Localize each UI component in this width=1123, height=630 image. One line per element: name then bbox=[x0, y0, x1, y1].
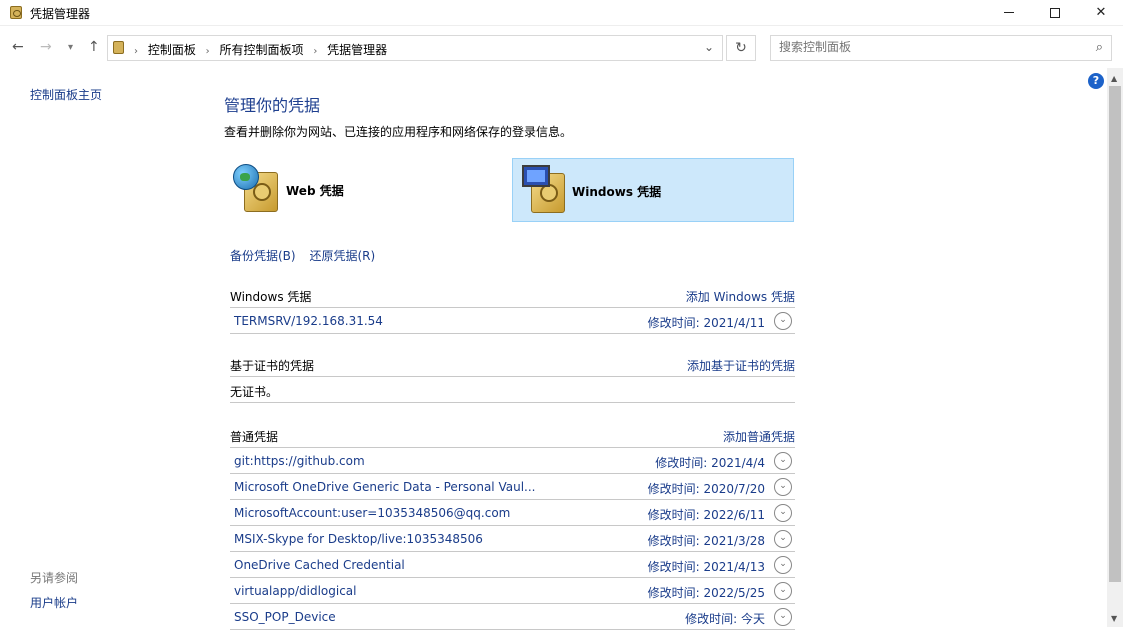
minimize-button[interactable] bbox=[986, 0, 1032, 26]
credential-name[interactable]: MicrosoftAccount:user=1035348506@qq.com bbox=[234, 506, 510, 520]
control-panel-home-link[interactable]: 控制面板主页 bbox=[30, 86, 102, 103]
section-title: Windows 凭据 bbox=[230, 290, 312, 304]
page-title: 管理你的凭据 bbox=[224, 96, 321, 115]
expand-chevron-icon[interactable]: ⌄ bbox=[774, 530, 792, 548]
credential-row[interactable]: git:https://github.com 修改时间: 2021/4/4 ⌄ bbox=[230, 448, 795, 474]
breadcrumb-control-panel[interactable]: 控制面板 bbox=[148, 43, 196, 57]
restore-credentials-link[interactable]: 还原凭据(R) bbox=[309, 249, 375, 263]
vertical-scrollbar[interactable]: ▲ ▼ bbox=[1107, 68, 1123, 627]
monitor-icon bbox=[522, 165, 550, 187]
close-icon: ✕ bbox=[1095, 5, 1107, 20]
windows-credentials-section: Windows 凭据 添加 Windows 凭据 TERMSRV/192.168… bbox=[230, 282, 795, 334]
credential-row[interactable]: MicrosoftAccount:user=1035348506@qq.com … bbox=[230, 500, 795, 526]
breadcrumb-chevron-icon[interactable]: › bbox=[313, 46, 317, 57]
search-input[interactable] bbox=[779, 40, 1079, 54]
add-generic-credential-link[interactable]: 添加普通凭据 bbox=[723, 428, 795, 445]
credential-row[interactable]: MSIX-Skype for Desktop/live:1035348506 修… bbox=[230, 526, 795, 552]
expand-chevron-icon[interactable]: ⌄ bbox=[774, 504, 792, 522]
section-title: 基于证书的凭据 bbox=[230, 359, 315, 373]
credential-name[interactable]: Microsoft OneDrive Generic Data - Person… bbox=[234, 480, 535, 494]
credential-name[interactable]: SSO_POP_Device bbox=[234, 610, 336, 624]
windows-credentials-label: Windows 凭据 bbox=[572, 185, 662, 199]
navigation-bar: ← → ▾ ↑ › 控制面板 › 所有控制面板项 › 凭据管理器 ⌄ ↻ ⌕ bbox=[0, 26, 1123, 68]
credential-modified: 修改时间: 2021/4/11 bbox=[647, 316, 765, 330]
user-accounts-link[interactable]: 用户帐户 bbox=[30, 594, 78, 611]
credential-name[interactable]: TERMSRV/192.168.31.54 bbox=[234, 314, 383, 328]
back-arrow-icon[interactable]: ← bbox=[12, 39, 24, 55]
search-box[interactable]: ⌕ bbox=[770, 35, 1112, 61]
add-certificate-credential-link[interactable]: 添加基于证书的凭据 bbox=[687, 357, 795, 374]
expand-chevron-icon[interactable]: ⌄ bbox=[774, 556, 792, 574]
credential-modified: 修改时间: 今天 bbox=[685, 612, 765, 626]
credential-modified: 修改时间: 2020/7/20 bbox=[647, 482, 765, 496]
up-arrow-icon[interactable]: ↑ bbox=[88, 39, 100, 55]
expand-chevron-icon[interactable]: ⌄ bbox=[774, 582, 792, 600]
title-bar: 凭据管理器 ✕ bbox=[0, 0, 1123, 26]
left-pane: 控制面板主页 另请参阅 用户帐户 bbox=[0, 68, 210, 627]
breadcrumb: › 控制面板 › 所有控制面板项 › 凭据管理器 bbox=[134, 41, 393, 58]
backup-credentials-link[interactable]: 备份凭据(B) bbox=[230, 249, 296, 263]
empty-row: 无证书。 bbox=[230, 377, 795, 403]
credential-modified: 修改时间: 2021/4/13 bbox=[647, 560, 765, 574]
help-icon[interactable]: ? bbox=[1088, 73, 1104, 89]
expand-chevron-icon[interactable]: ⌄ bbox=[774, 452, 792, 470]
web-credentials-label: Web 凭据 bbox=[286, 184, 344, 198]
credential-row[interactable]: virtualapp/didlogical 修改时间: 2022/5/25 ⌄ bbox=[230, 578, 795, 604]
add-windows-credential-link[interactable]: 添加 Windows 凭据 bbox=[686, 288, 795, 305]
scrollbar-thumb[interactable] bbox=[1109, 86, 1121, 582]
address-bar[interactable]: › 控制面板 › 所有控制面板项 › 凭据管理器 ⌄ bbox=[107, 35, 723, 61]
window-title: 凭据管理器 bbox=[30, 7, 91, 21]
control-panel-icon bbox=[113, 41, 124, 54]
close-button[interactable]: ✕ bbox=[1078, 0, 1123, 26]
expand-chevron-icon[interactable]: ⌄ bbox=[774, 478, 792, 496]
page-description: 查看并删除你为网站、已连接的应用程序和网络保存的登录信息。 bbox=[224, 125, 573, 139]
forward-arrow-icon[interactable]: → bbox=[40, 39, 52, 55]
no-certificates-text: 无证书。 bbox=[230, 385, 279, 399]
generic-credentials-section: 普通凭据 添加普通凭据 git:https://github.com 修改时间:… bbox=[230, 422, 795, 630]
credential-row[interactable]: Microsoft OneDrive Generic Data - Person… bbox=[230, 474, 795, 500]
credential-manager-icon bbox=[10, 6, 22, 19]
windows-credentials-tile[interactable]: Windows 凭据 bbox=[512, 158, 794, 222]
breadcrumb-all-items[interactable]: 所有控制面板项 bbox=[220, 43, 304, 57]
section-header: Windows 凭据 添加 Windows 凭据 bbox=[230, 282, 795, 308]
backup-restore-links: 备份凭据(B) 还原凭据(R) bbox=[230, 247, 385, 264]
web-credentials-tile[interactable]: Web 凭据 bbox=[230, 158, 512, 222]
scroll-up-icon[interactable]: ▲ bbox=[1111, 74, 1117, 83]
expand-chevron-icon[interactable]: ⌄ bbox=[774, 608, 792, 626]
credential-row[interactable]: TERMSRV/192.168.31.54 修改时间: 2021/4/11 ⌄ bbox=[230, 308, 795, 334]
scroll-down-icon[interactable]: ▼ bbox=[1111, 614, 1117, 623]
credential-modified: 修改时间: 2022/6/11 bbox=[647, 508, 765, 522]
section-header: 普通凭据 添加普通凭据 bbox=[230, 422, 795, 448]
credential-name[interactable]: virtualapp/didlogical bbox=[234, 584, 356, 598]
section-header: 基于证书的凭据 添加基于证书的凭据 bbox=[230, 351, 795, 377]
maximize-icon bbox=[1050, 7, 1060, 18]
credential-name[interactable]: MSIX-Skype for Desktop/live:1035348506 bbox=[234, 532, 483, 546]
credential-row[interactable]: OneDrive Cached Credential 修改时间: 2021/4/… bbox=[230, 552, 795, 578]
search-icon[interactable]: ⌕ bbox=[1096, 40, 1103, 55]
recent-locations-chevron-icon[interactable]: ▾ bbox=[68, 42, 73, 53]
credential-name[interactable]: git:https://github.com bbox=[234, 454, 365, 468]
certificate-credentials-section: 基于证书的凭据 添加基于证书的凭据 无证书。 bbox=[230, 351, 795, 403]
address-dropdown-icon[interactable]: ⌄ bbox=[704, 40, 714, 54]
section-title: 普通凭据 bbox=[230, 430, 279, 444]
expand-chevron-icon[interactable]: ⌄ bbox=[774, 312, 792, 330]
breadcrumb-credential-manager[interactable]: 凭据管理器 bbox=[327, 43, 387, 57]
breadcrumb-chevron-icon[interactable]: › bbox=[134, 46, 138, 57]
credential-modified: 修改时间: 2021/4/4 bbox=[655, 456, 765, 470]
refresh-icon: ↻ bbox=[735, 40, 747, 56]
credential-row[interactable]: SSO_POP_Device 修改时间: 今天 ⌄ bbox=[230, 604, 795, 630]
credential-modified: 修改时间: 2022/5/25 bbox=[647, 586, 765, 600]
credential-modified: 修改时间: 2021/3/28 bbox=[647, 534, 765, 548]
globe-icon bbox=[233, 164, 259, 190]
credential-name[interactable]: OneDrive Cached Credential bbox=[234, 558, 405, 572]
minimize-icon bbox=[1004, 12, 1014, 13]
see-also-label: 另请参阅 bbox=[30, 571, 79, 585]
maximize-button[interactable] bbox=[1032, 0, 1078, 26]
breadcrumb-chevron-icon[interactable]: › bbox=[206, 46, 210, 57]
refresh-button[interactable]: ↻ bbox=[726, 35, 756, 61]
